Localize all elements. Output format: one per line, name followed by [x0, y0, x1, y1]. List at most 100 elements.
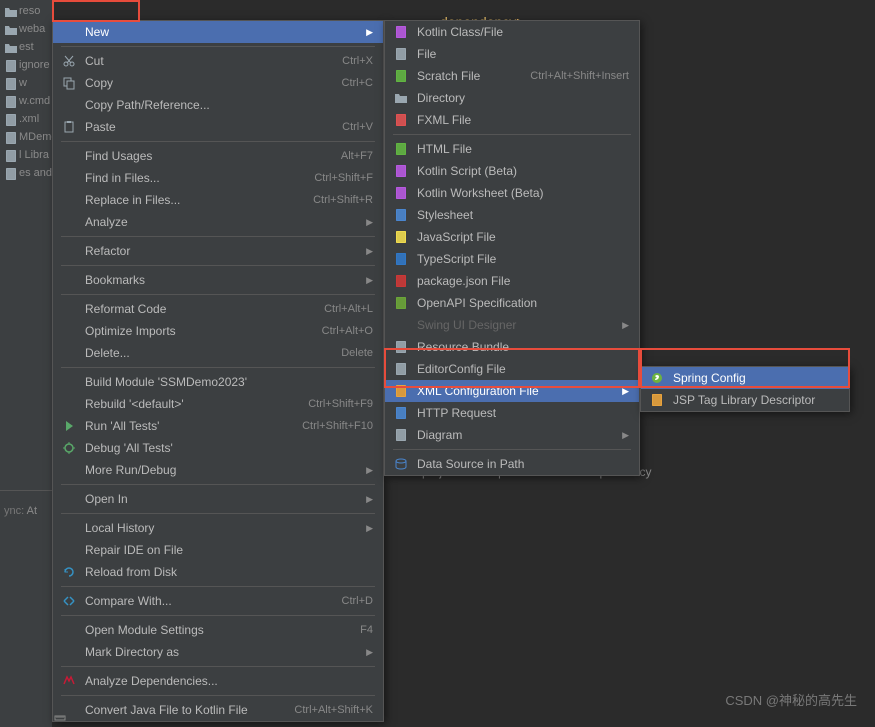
new-menu-item-kotlin-script-beta[interactable]: Kotlin Script (Beta)	[385, 160, 639, 182]
new-menu-item-data-source-in-path[interactable]: Data Source in Path	[385, 453, 639, 475]
folder-icon	[393, 90, 409, 106]
tree-item[interactable]: es and	[0, 164, 52, 182]
tree-item[interactable]: est	[0, 38, 52, 56]
context-menu-item-find-usages[interactable]: Find UsagesAlt+F7	[53, 145, 383, 167]
menu-shortcut: Ctrl+Shift+F9	[308, 398, 373, 410]
tree-item-label: reso	[19, 5, 40, 17]
new-menu-item-diagram[interactable]: Diagram▶	[385, 424, 639, 446]
scratch-icon	[393, 68, 409, 84]
blank-icon	[61, 622, 77, 638]
css-icon	[393, 207, 409, 223]
context-menu-item-analyze[interactable]: Analyze▶	[53, 211, 383, 233]
blank-icon	[61, 491, 77, 507]
tree-item[interactable]: w.cmd	[0, 92, 52, 110]
context-menu-item-build-module-ssmdemo2023[interactable]: Build Module 'SSMDemo2023'	[53, 371, 383, 393]
new-menu-item-editorconfig-file[interactable]: EditorConfig File	[385, 358, 639, 380]
submenu-arrow-icon: ▶	[622, 430, 629, 441]
menu-shortcut: Ctrl+X	[342, 55, 373, 67]
xml-menu-item-jsp-tag-library-descriptor[interactable]: JSP Tag Library Descriptor	[641, 389, 849, 411]
new-menu-item-openapi-specification[interactable]: OpenAPI Specification	[385, 292, 639, 314]
context-menu-item-copy[interactable]: Copy Ctrl+C	[53, 72, 383, 94]
context-menu-item-rebuild-default[interactable]: Rebuild '<default>'Ctrl+Shift+F9	[53, 393, 383, 415]
context-menu-item-compare-with[interactable]: Compare With...Ctrl+D	[53, 590, 383, 612]
context-menu-item-mark-directory-as[interactable]: Mark Directory as▶	[53, 641, 383, 663]
context-menu-item-more-run-debug[interactable]: More Run/Debug▶	[53, 459, 383, 481]
new-menu-item-kotlin-worksheet-beta[interactable]: Kotlin Worksheet (Beta)	[385, 182, 639, 204]
menu-item-label: Analyze Dependencies...	[85, 674, 373, 688]
new-menu-item-http-request[interactable]: HTTP Request	[385, 402, 639, 424]
maven-icon	[61, 673, 77, 689]
menu-item-label: Open Module Settings	[85, 623, 348, 637]
new-menu-item-file[interactable]: File	[385, 43, 639, 65]
context-menu[interactable]: New▶ CutCtrl+X Copy Ctrl+C Copy Path/Referen…	[52, 20, 384, 722]
new-menu-item-scratch-file[interactable]: Scratch FileCtrl+Alt+Shift+Insert	[385, 65, 639, 87]
tree-item[interactable]: weba	[0, 20, 52, 38]
datasource-icon	[393, 456, 409, 472]
folder-icon	[4, 41, 16, 53]
menu-shortcut: Ctrl+Alt+Shift+K	[294, 704, 373, 716]
tree-item-label: ignore	[19, 59, 50, 71]
ruler-icon[interactable]	[52, 709, 68, 727]
context-menu-item-local-history[interactable]: Local History▶	[53, 517, 383, 539]
menu-item-label: Mark Directory as	[85, 645, 358, 659]
menu-item-label: New	[85, 25, 358, 39]
menu-item-label: Open In	[85, 492, 358, 506]
xml-config-submenu[interactable]: Spring ConfigJSP Tag Library Descriptor	[640, 366, 850, 412]
tree-item[interactable]: l Libra	[0, 146, 52, 164]
context-menu-item-find-in-files[interactable]: Find in Files...Ctrl+Shift+F	[53, 167, 383, 189]
menu-shortcut: Ctrl+Alt+L	[324, 303, 373, 315]
context-menu-item-repair-ide-on-file[interactable]: Repair IDE on File	[53, 539, 383, 561]
context-menu-item-cut[interactable]: CutCtrl+X	[53, 50, 383, 72]
new-menu-item-fxml-file[interactable]: FXML File	[385, 109, 639, 131]
menu-item-label: Copy Path/Reference...	[85, 98, 373, 112]
context-menu-item-refactor[interactable]: Refactor▶	[53, 240, 383, 262]
menu-item-label: XML Configuration File	[417, 384, 614, 398]
menu-shortcut: Ctrl+C	[342, 77, 373, 89]
blank-icon	[61, 148, 77, 164]
new-menu-item-html-file[interactable]: HTML File	[385, 138, 639, 160]
menu-item-label: Scratch File	[417, 69, 518, 83]
context-menu-item-delete[interactable]: Delete...Delete	[53, 342, 383, 364]
new-menu-item-kotlin-class-file[interactable]: Kotlin Class/File	[385, 21, 639, 43]
context-menu-item-new[interactable]: New▶	[53, 21, 383, 43]
menu-item-label: Repair IDE on File	[85, 543, 373, 557]
blank-icon	[61, 272, 77, 288]
context-menu-item-open-in[interactable]: Open In▶	[53, 488, 383, 510]
context-menu-item-reformat-code[interactable]: Reformat CodeCtrl+Alt+L	[53, 298, 383, 320]
context-menu-item-bookmarks[interactable]: Bookmarks▶	[53, 269, 383, 291]
tree-item[interactable]: reso	[0, 2, 52, 20]
context-menu-item-replace-in-files[interactable]: Replace in Files...Ctrl+Shift+R	[53, 189, 383, 211]
kotlin-icon	[393, 163, 409, 179]
context-menu-item-copy-path-reference[interactable]: Copy Path/Reference...	[53, 94, 383, 116]
new-menu-item-typescript-file[interactable]: TypeScript File	[385, 248, 639, 270]
context-menu-item-run-all-tests[interactable]: Run 'All Tests'Ctrl+Shift+F10	[53, 415, 383, 437]
new-menu-item-xml-configuration-file[interactable]: XML Configuration File▶	[385, 380, 639, 402]
context-menu-item-convert-java-file-to-kotlin-file[interactable]: Convert Java File to Kotlin FileCtrl+Alt…	[53, 699, 383, 721]
blank-icon	[61, 97, 77, 113]
context-menu-item-reload-from-disk[interactable]: Reload from Disk	[53, 561, 383, 583]
blank-icon	[61, 462, 77, 478]
new-menu-item-package-json-file[interactable]: package.json File	[385, 270, 639, 292]
new-menu-item-resource-bundle[interactable]: Resource Bundle	[385, 336, 639, 358]
tree-item[interactable]: ignore	[0, 56, 52, 74]
menu-item-label: Paste	[85, 120, 330, 134]
bundle-icon	[393, 339, 409, 355]
menu-shortcut: F4	[360, 624, 373, 636]
new-submenu[interactable]: Kotlin Class/FileFileScratch FileCtrl+Al…	[384, 20, 640, 476]
menu-item-label: Copy	[85, 76, 330, 90]
context-menu-item-analyze-dependencies[interactable]: Analyze Dependencies...	[53, 670, 383, 692]
menu-shortcut: Delete	[341, 347, 373, 359]
tree-item[interactable]: MDemo2	[0, 128, 52, 146]
new-menu-item-stylesheet[interactable]: Stylesheet	[385, 204, 639, 226]
blank-icon	[61, 301, 77, 317]
context-menu-item-optimize-imports[interactable]: Optimize ImportsCtrl+Alt+O	[53, 320, 383, 342]
context-menu-item-open-module-settings[interactable]: Open Module Settings F4	[53, 619, 383, 641]
new-menu-item-directory[interactable]: Directory	[385, 87, 639, 109]
tree-item[interactable]: w	[0, 74, 52, 92]
new-menu-item-javascript-file[interactable]: JavaScript File	[385, 226, 639, 248]
xml-menu-item-spring-config[interactable]: Spring Config	[641, 367, 849, 389]
context-menu-item-paste[interactable]: PasteCtrl+V	[53, 116, 383, 138]
context-menu-item-debug-all-tests[interactable]: Debug 'All Tests'	[53, 437, 383, 459]
tree-item[interactable]: .xml	[0, 110, 52, 128]
menu-separator	[393, 134, 631, 135]
